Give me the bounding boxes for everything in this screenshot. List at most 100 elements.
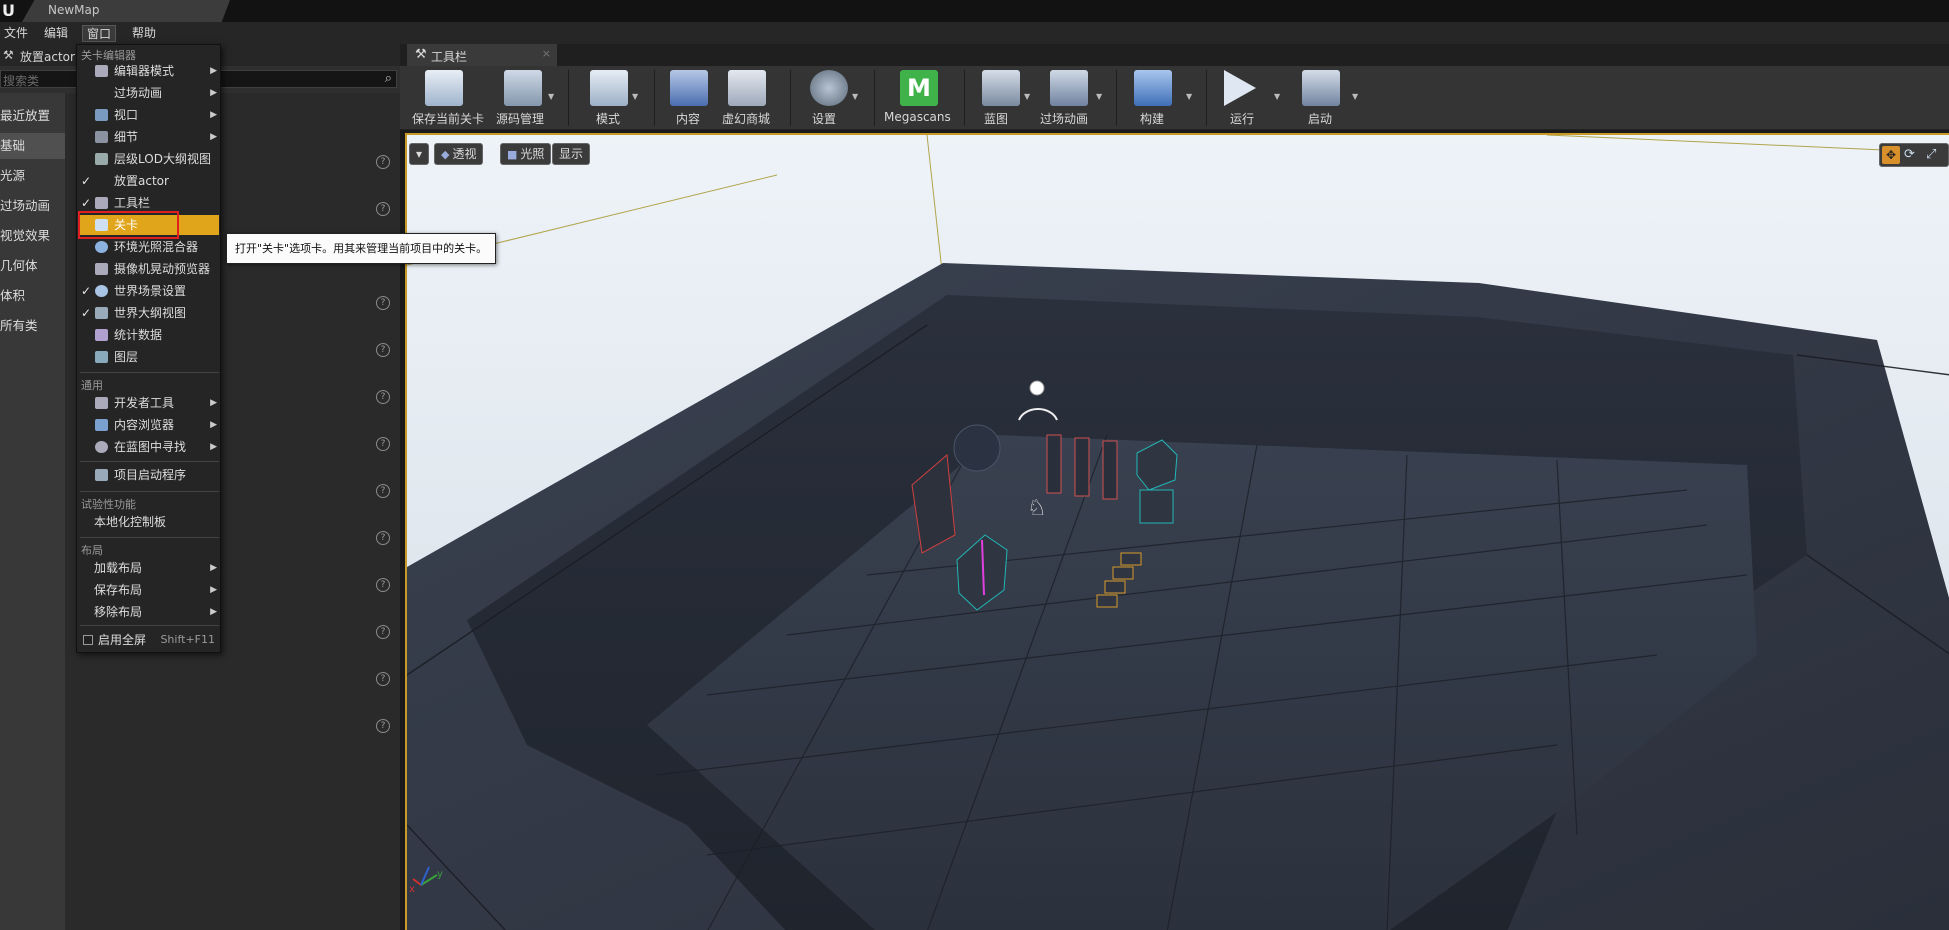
axis-y-label: y: [437, 869, 443, 880]
help-icon[interactable]: ?: [376, 155, 390, 169]
menu-item-layers[interactable]: 图层: [80, 347, 219, 367]
content-browser-icon: [95, 419, 108, 431]
help-icon[interactable]: ?: [376, 719, 390, 733]
launch-button[interactable]: ▼ 启动: [1296, 68, 1362, 128]
lit-mode-button[interactable]: ■ 光照: [500, 143, 552, 165]
scale-icon[interactable]: ⤢: [1926, 147, 1936, 162]
megascans-button[interactable]: M Megascans: [884, 68, 954, 128]
fullscreen-checkbox[interactable]: [83, 635, 93, 645]
blueprints-button[interactable]: ▼ 蓝图: [974, 68, 1034, 128]
help-icon[interactable]: ?: [376, 390, 390, 404]
category-volumes[interactable]: 体积: [0, 283, 65, 309]
content-button[interactable]: 内容: [666, 68, 712, 128]
search-placeholder: 搜索类: [3, 74, 40, 88]
level-viewport[interactable]: ♘ y x ▾ ◆ 透视 ■ 光照 显示 ✥ ⟳ ⤢: [405, 133, 1949, 930]
save-current-level-button[interactable]: 保存当前关卡: [410, 68, 484, 128]
show-button[interactable]: 显示: [552, 143, 591, 165]
menu-bar: 文件 编辑 窗口 帮助: [0, 22, 1949, 44]
menu-item-world-settings[interactable]: ✓ 世界场景设置: [80, 281, 219, 301]
marketplace-icon: [728, 70, 766, 106]
menu-help[interactable]: 帮助: [128, 25, 160, 42]
menu-item-enable-fullscreen[interactable]: 启用全屏 Shift+F11: [80, 630, 219, 650]
menu-item-localization-dashboard[interactable]: 本地化控制板: [80, 512, 219, 532]
menu-edit[interactable]: 编辑: [40, 25, 72, 42]
category-geometry[interactable]: 几何体: [0, 253, 65, 279]
help-icon[interactable]: ?: [376, 578, 390, 592]
marketplace-button[interactable]: 虚幻商城: [718, 68, 778, 128]
menu-item-editor-modes[interactable]: 编辑器模式 ▶: [80, 61, 219, 81]
content-icon: [670, 70, 708, 106]
cinematics-icon: [1050, 70, 1088, 106]
help-icon[interactable]: ?: [376, 343, 390, 357]
menu-item-hlod-outliner[interactable]: 层级LOD大纲视图: [80, 149, 219, 169]
megascans-icon: M: [900, 70, 938, 106]
play-icon: [1224, 70, 1256, 106]
menu-item-camera-shake-previewer[interactable]: 摄像机晃动预览器: [80, 259, 219, 279]
section-layout: 布局: [81, 544, 103, 557]
menu-item-developer-tools[interactable]: 开发者工具 ▶: [80, 393, 219, 413]
menu-item-toolbar[interactable]: ✓ 工具栏: [80, 193, 219, 213]
help-icon[interactable]: ?: [376, 202, 390, 216]
menu-item-content-browser[interactable]: 内容浏览器 ▶: [80, 415, 219, 435]
search-icon[interactable]: ⌕: [385, 71, 392, 86]
lit-icon: ■: [507, 148, 518, 161]
place-actors-icon: ⚒: [3, 48, 14, 62]
menu-item-save-layout[interactable]: 保存布局 ▶: [80, 580, 219, 600]
source-control-button[interactable]: ▼ 源码管理: [496, 68, 556, 128]
menu-item-project-launcher[interactable]: 项目启动程序: [80, 465, 219, 485]
category-all-classes[interactable]: 所有类: [0, 313, 65, 339]
modes-button[interactable]: ▼ 模式: [580, 68, 640, 128]
hlod-icon: [95, 153, 108, 165]
launcher-icon: [95, 469, 108, 481]
menu-item-cinematics[interactable]: 过场动画 ▶: [80, 83, 219, 103]
checkmark-icon: ✓: [81, 174, 92, 188]
category-list: 最近放置 基础 光源 过场动画 视觉效果 几何体 体积 所有类: [0, 93, 65, 930]
menu-item-details[interactable]: 细节 ▶: [80, 127, 219, 147]
help-icon[interactable]: ?: [376, 437, 390, 451]
menu-item-find-in-blueprints[interactable]: 在蓝图中寻找 ▶: [80, 437, 219, 457]
checkmark-icon: ✓: [81, 196, 92, 210]
map-tab-label: NewMap: [48, 3, 100, 17]
menu-file[interactable]: 文件: [0, 25, 32, 42]
menu-item-place-actors[interactable]: ✓ 放置actor: [80, 171, 219, 191]
map-tab[interactable]: NewMap: [22, 0, 230, 22]
toolbar-tab-icon: ⚒: [415, 47, 427, 62]
menu-item-statistics[interactable]: 统计数据: [80, 325, 219, 345]
category-visual-effects[interactable]: 视觉效果: [0, 223, 65, 249]
menu-window[interactable]: 窗口: [82, 25, 117, 42]
menu-item-load-layout[interactable]: 加载布局 ▶: [80, 558, 219, 578]
toolbar-tab-label: 工具栏: [431, 50, 468, 64]
highlight-annotation-box: [78, 211, 179, 239]
menu-item-viewports[interactable]: 视口 ▶: [80, 105, 219, 125]
perspective-icon: ◆: [441, 148, 450, 161]
transform-tools: ✥ ⟳ ⤢: [1879, 143, 1949, 167]
category-basic[interactable]: 基础: [0, 133, 65, 159]
scene-render: ♘ y x: [407, 135, 1949, 930]
settings-button[interactable]: ▼ 设置: [802, 68, 862, 128]
modes-icon: [95, 65, 108, 77]
category-recent[interactable]: 最近放置: [0, 103, 65, 129]
translate-icon[interactable]: ✥: [1882, 146, 1900, 164]
category-cinematic[interactable]: 过场动画: [0, 193, 65, 219]
menu-item-remove-layout[interactable]: 移除布局 ▶: [80, 602, 219, 622]
close-icon[interactable]: ×: [542, 47, 551, 60]
cinematics-button[interactable]: ▼ 过场动画: [1036, 68, 1108, 128]
help-icon[interactable]: ?: [376, 625, 390, 639]
help-icon[interactable]: ?: [376, 484, 390, 498]
play-button[interactable]: ▼ 运行: [1218, 68, 1284, 128]
perspective-button[interactable]: ◆ 透视: [434, 143, 484, 165]
help-icon[interactable]: ?: [376, 672, 390, 686]
rotate-icon[interactable]: ⟳: [1904, 147, 1915, 162]
unreal-logo-icon: U: [2, 1, 15, 20]
help-icon[interactable]: ?: [376, 296, 390, 310]
help-icon[interactable]: ?: [376, 531, 390, 545]
menu-item-env-light-mixer[interactable]: 环境光照混合器: [80, 237, 219, 257]
menu-item-world-outliner[interactable]: ✓ 世界大纲视图: [80, 303, 219, 323]
stats-icon: [95, 329, 108, 341]
toolbar-tab[interactable]: ⚒ 工具栏 ×: [407, 44, 557, 66]
category-lights[interactable]: 光源: [0, 163, 65, 189]
viewport-options-button[interactable]: ▾: [409, 143, 430, 165]
levels-tooltip: 打开"关卡"选项卡。用其来管理当前项目中的关卡。: [226, 233, 496, 264]
camera-icon: [95, 263, 108, 275]
build-button[interactable]: ▼ 构建: [1128, 68, 1198, 128]
